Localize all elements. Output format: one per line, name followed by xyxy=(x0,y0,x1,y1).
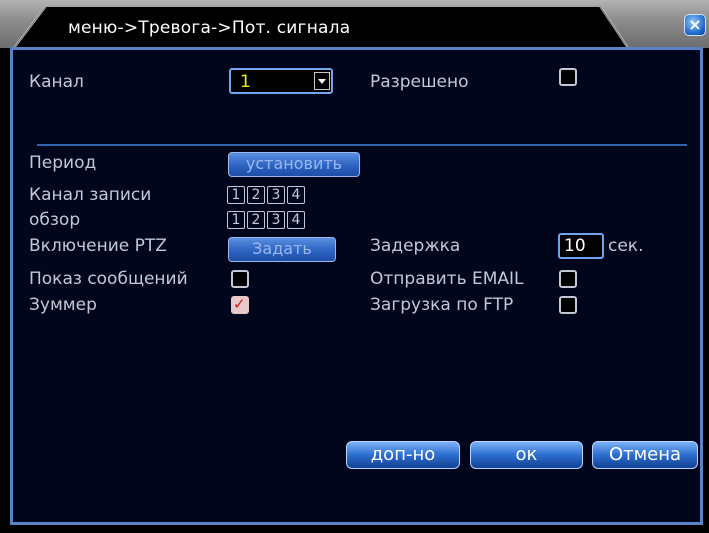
ptz-label: Включение PTZ xyxy=(29,236,167,256)
channel-label: Канал xyxy=(29,72,84,92)
delay-input[interactable]: 10 xyxy=(558,233,604,259)
record-channel-3[interactable]: 3 xyxy=(267,186,285,204)
ftp-label: Загрузка по FTP xyxy=(370,295,514,315)
record-channel-label: Канал записи xyxy=(29,185,152,205)
send-email-checkbox[interactable] xyxy=(559,270,577,288)
channel-select[interactable]: 1 xyxy=(229,68,333,94)
show-message-label: Показ сообщений xyxy=(29,269,188,289)
buzzer-label: Зуммер xyxy=(29,295,97,315)
enabled-label: Разрешено xyxy=(370,72,469,92)
record-channel-2[interactable]: 2 xyxy=(247,186,265,204)
window-title: меню->Тревога->Пот. сигнала xyxy=(68,18,351,38)
buzzer-checkbox[interactable] xyxy=(231,295,249,314)
close-icon[interactable]: × xyxy=(684,14,706,36)
delay-unit: сек. xyxy=(608,236,644,256)
period-set-button[interactable]: установить xyxy=(228,152,360,177)
tour-channel-3[interactable]: 3 xyxy=(267,211,285,229)
tour-channel-4[interactable]: 4 xyxy=(287,211,305,229)
enabled-checkbox[interactable] xyxy=(559,68,577,86)
show-message-checkbox[interactable] xyxy=(231,270,249,288)
ptz-set-button[interactable]: Задать xyxy=(228,237,336,262)
advanced-button[interactable]: доп-но xyxy=(346,441,460,469)
cancel-button[interactable]: Отмена xyxy=(592,441,698,469)
tour-channel-boxes: 1 2 3 4 xyxy=(227,211,305,229)
send-email-label: Отправить EMAIL xyxy=(370,269,524,289)
record-channel-4[interactable]: 4 xyxy=(287,186,305,204)
tour-label: обзор xyxy=(29,210,81,230)
alarm-dialog: меню->Тревога->Пот. сигнала × Канал 1 Ра… xyxy=(0,0,709,533)
record-channel-boxes: 1 2 3 4 xyxy=(227,186,305,204)
ok-button[interactable]: ок xyxy=(470,441,583,469)
record-channel-1[interactable]: 1 xyxy=(227,186,245,204)
chevron-down-icon[interactable] xyxy=(314,72,330,90)
ftp-checkbox[interactable] xyxy=(559,296,577,314)
divider xyxy=(37,144,687,146)
tour-channel-2[interactable]: 2 xyxy=(247,211,265,229)
tour-channel-1[interactable]: 1 xyxy=(227,211,245,229)
period-label: Период xyxy=(29,153,97,173)
title-bar: меню->Тревога->Пот. сигнала × xyxy=(0,0,709,48)
channel-value: 1 xyxy=(240,72,251,92)
delay-label: Задержка xyxy=(370,236,461,256)
